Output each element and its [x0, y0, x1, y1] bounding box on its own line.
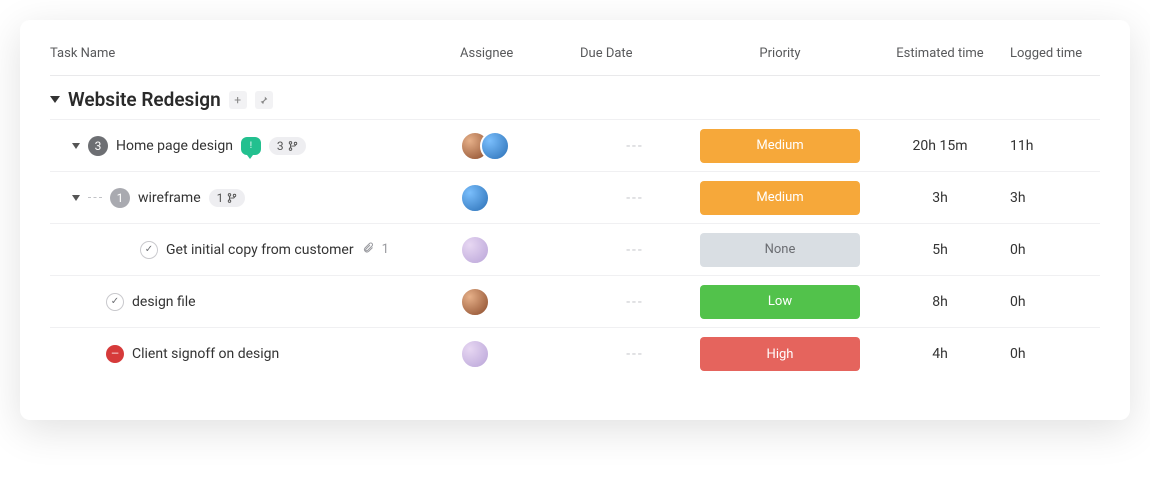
tree-connector [88, 197, 102, 198]
avatar[interactable] [480, 131, 510, 161]
status-blocked-icon[interactable]: — [106, 345, 124, 363]
estimated-cell[interactable]: 4h [870, 346, 1010, 362]
due-date-cell[interactable]: --- [580, 190, 690, 206]
due-date-cell[interactable]: --- [580, 346, 690, 362]
git-branch-icon [227, 192, 237, 204]
priority-cell[interactable]: Low [690, 285, 870, 319]
branch-count: 1 [217, 191, 224, 205]
branch-count: 3 [277, 139, 284, 153]
logged-cell[interactable]: 0h [1010, 346, 1130, 362]
task-title[interactable]: design file [132, 294, 196, 310]
assignee-cell[interactable] [460, 183, 580, 213]
logged-cell[interactable]: 0h [1010, 294, 1130, 310]
priority-cell[interactable]: Medium [690, 129, 870, 163]
assignee-cell[interactable] [460, 287, 580, 317]
subtask-count-badge: 3 [88, 136, 108, 156]
chevron-down-icon[interactable] [72, 143, 80, 149]
logged-cell[interactable]: 0h [1010, 242, 1130, 258]
task-row[interactable]: ✓ design file --- Low 8h 0h [50, 276, 1100, 328]
subtask-count-badge: 1 [110, 188, 130, 208]
task-row[interactable]: ✓ Get initial copy from customer 1 --- N… [50, 224, 1100, 276]
add-task-button[interactable]: + [229, 91, 247, 109]
comment-icon[interactable]: ! [241, 137, 261, 155]
logged-cell[interactable]: 11h [1010, 138, 1130, 154]
task-name-cell: — Client signoff on design [50, 345, 460, 363]
priority-cell[interactable]: None [690, 233, 870, 267]
assignee-cell[interactable] [460, 339, 580, 369]
group-title: Website Redesign [68, 88, 221, 111]
priority-badge: Low [700, 285, 860, 319]
avatar[interactable] [460, 339, 490, 369]
due-date-cell[interactable]: --- [580, 242, 690, 258]
git-branch-icon [288, 140, 298, 152]
priority-cell[interactable]: High [690, 337, 870, 371]
estimated-cell[interactable]: 5h [870, 242, 1010, 258]
assignee-cell[interactable] [460, 235, 580, 265]
col-priority: Priority [690, 46, 870, 61]
column-header-row: Task Name Assignee Due Date Priority Est… [50, 46, 1100, 76]
priority-badge: Medium [700, 181, 860, 215]
task-name-cell: 3 Home page design ! 3 [50, 136, 460, 156]
chevron-down-icon[interactable] [50, 96, 60, 103]
col-logged: Logged time [1010, 46, 1130, 61]
task-title[interactable]: Home page design [116, 138, 233, 154]
attachment-icon[interactable] [362, 242, 374, 258]
priority-badge: None [700, 233, 860, 267]
assignee-cell[interactable] [460, 131, 580, 161]
task-row[interactable]: 3 Home page design ! 3 --- Medium 20h 15… [50, 120, 1100, 172]
task-title[interactable]: Get initial copy from customer [166, 242, 354, 258]
col-task-name: Task Name [50, 46, 460, 61]
chevron-down-icon[interactable] [72, 195, 80, 201]
priority-badge: Medium [700, 129, 860, 163]
task-title[interactable]: Client signoff on design [132, 346, 279, 362]
col-estimated: Estimated time [870, 46, 1010, 61]
task-name-cell: 1 wireframe 1 [50, 188, 460, 208]
due-date-cell[interactable]: --- [580, 138, 690, 154]
avatar[interactable] [460, 287, 490, 317]
branch-pill[interactable]: 1 [209, 189, 246, 207]
avatar[interactable] [460, 183, 490, 213]
pin-icon[interactable] [255, 91, 273, 109]
col-due: Due Date [580, 46, 690, 61]
attachment-count: 1 [382, 242, 389, 257]
task-row[interactable]: 1 wireframe 1 --- Medium 3h 3h [50, 172, 1100, 224]
priority-badge: High [700, 337, 860, 371]
col-assignee: Assignee [460, 46, 580, 61]
status-open-icon[interactable]: ✓ [106, 293, 124, 311]
task-row[interactable]: — Client signoff on design --- High 4h 0… [50, 328, 1100, 380]
logged-cell[interactable]: 3h [1010, 190, 1130, 206]
estimated-cell[interactable]: 3h [870, 190, 1010, 206]
task-panel: Task Name Assignee Due Date Priority Est… [20, 20, 1130, 420]
estimated-cell[interactable]: 20h 15m [870, 138, 1010, 154]
estimated-cell[interactable]: 8h [870, 294, 1010, 310]
due-date-cell[interactable]: --- [580, 294, 690, 310]
avatar[interactable] [460, 235, 490, 265]
task-name-cell: ✓ Get initial copy from customer 1 [50, 241, 460, 259]
group-row[interactable]: Website Redesign + [50, 76, 1100, 120]
status-open-icon[interactable]: ✓ [140, 241, 158, 259]
task-title[interactable]: wireframe [138, 190, 201, 206]
task-name-cell: ✓ design file [50, 293, 460, 311]
priority-cell[interactable]: Medium [690, 181, 870, 215]
branch-pill[interactable]: 3 [269, 137, 306, 155]
